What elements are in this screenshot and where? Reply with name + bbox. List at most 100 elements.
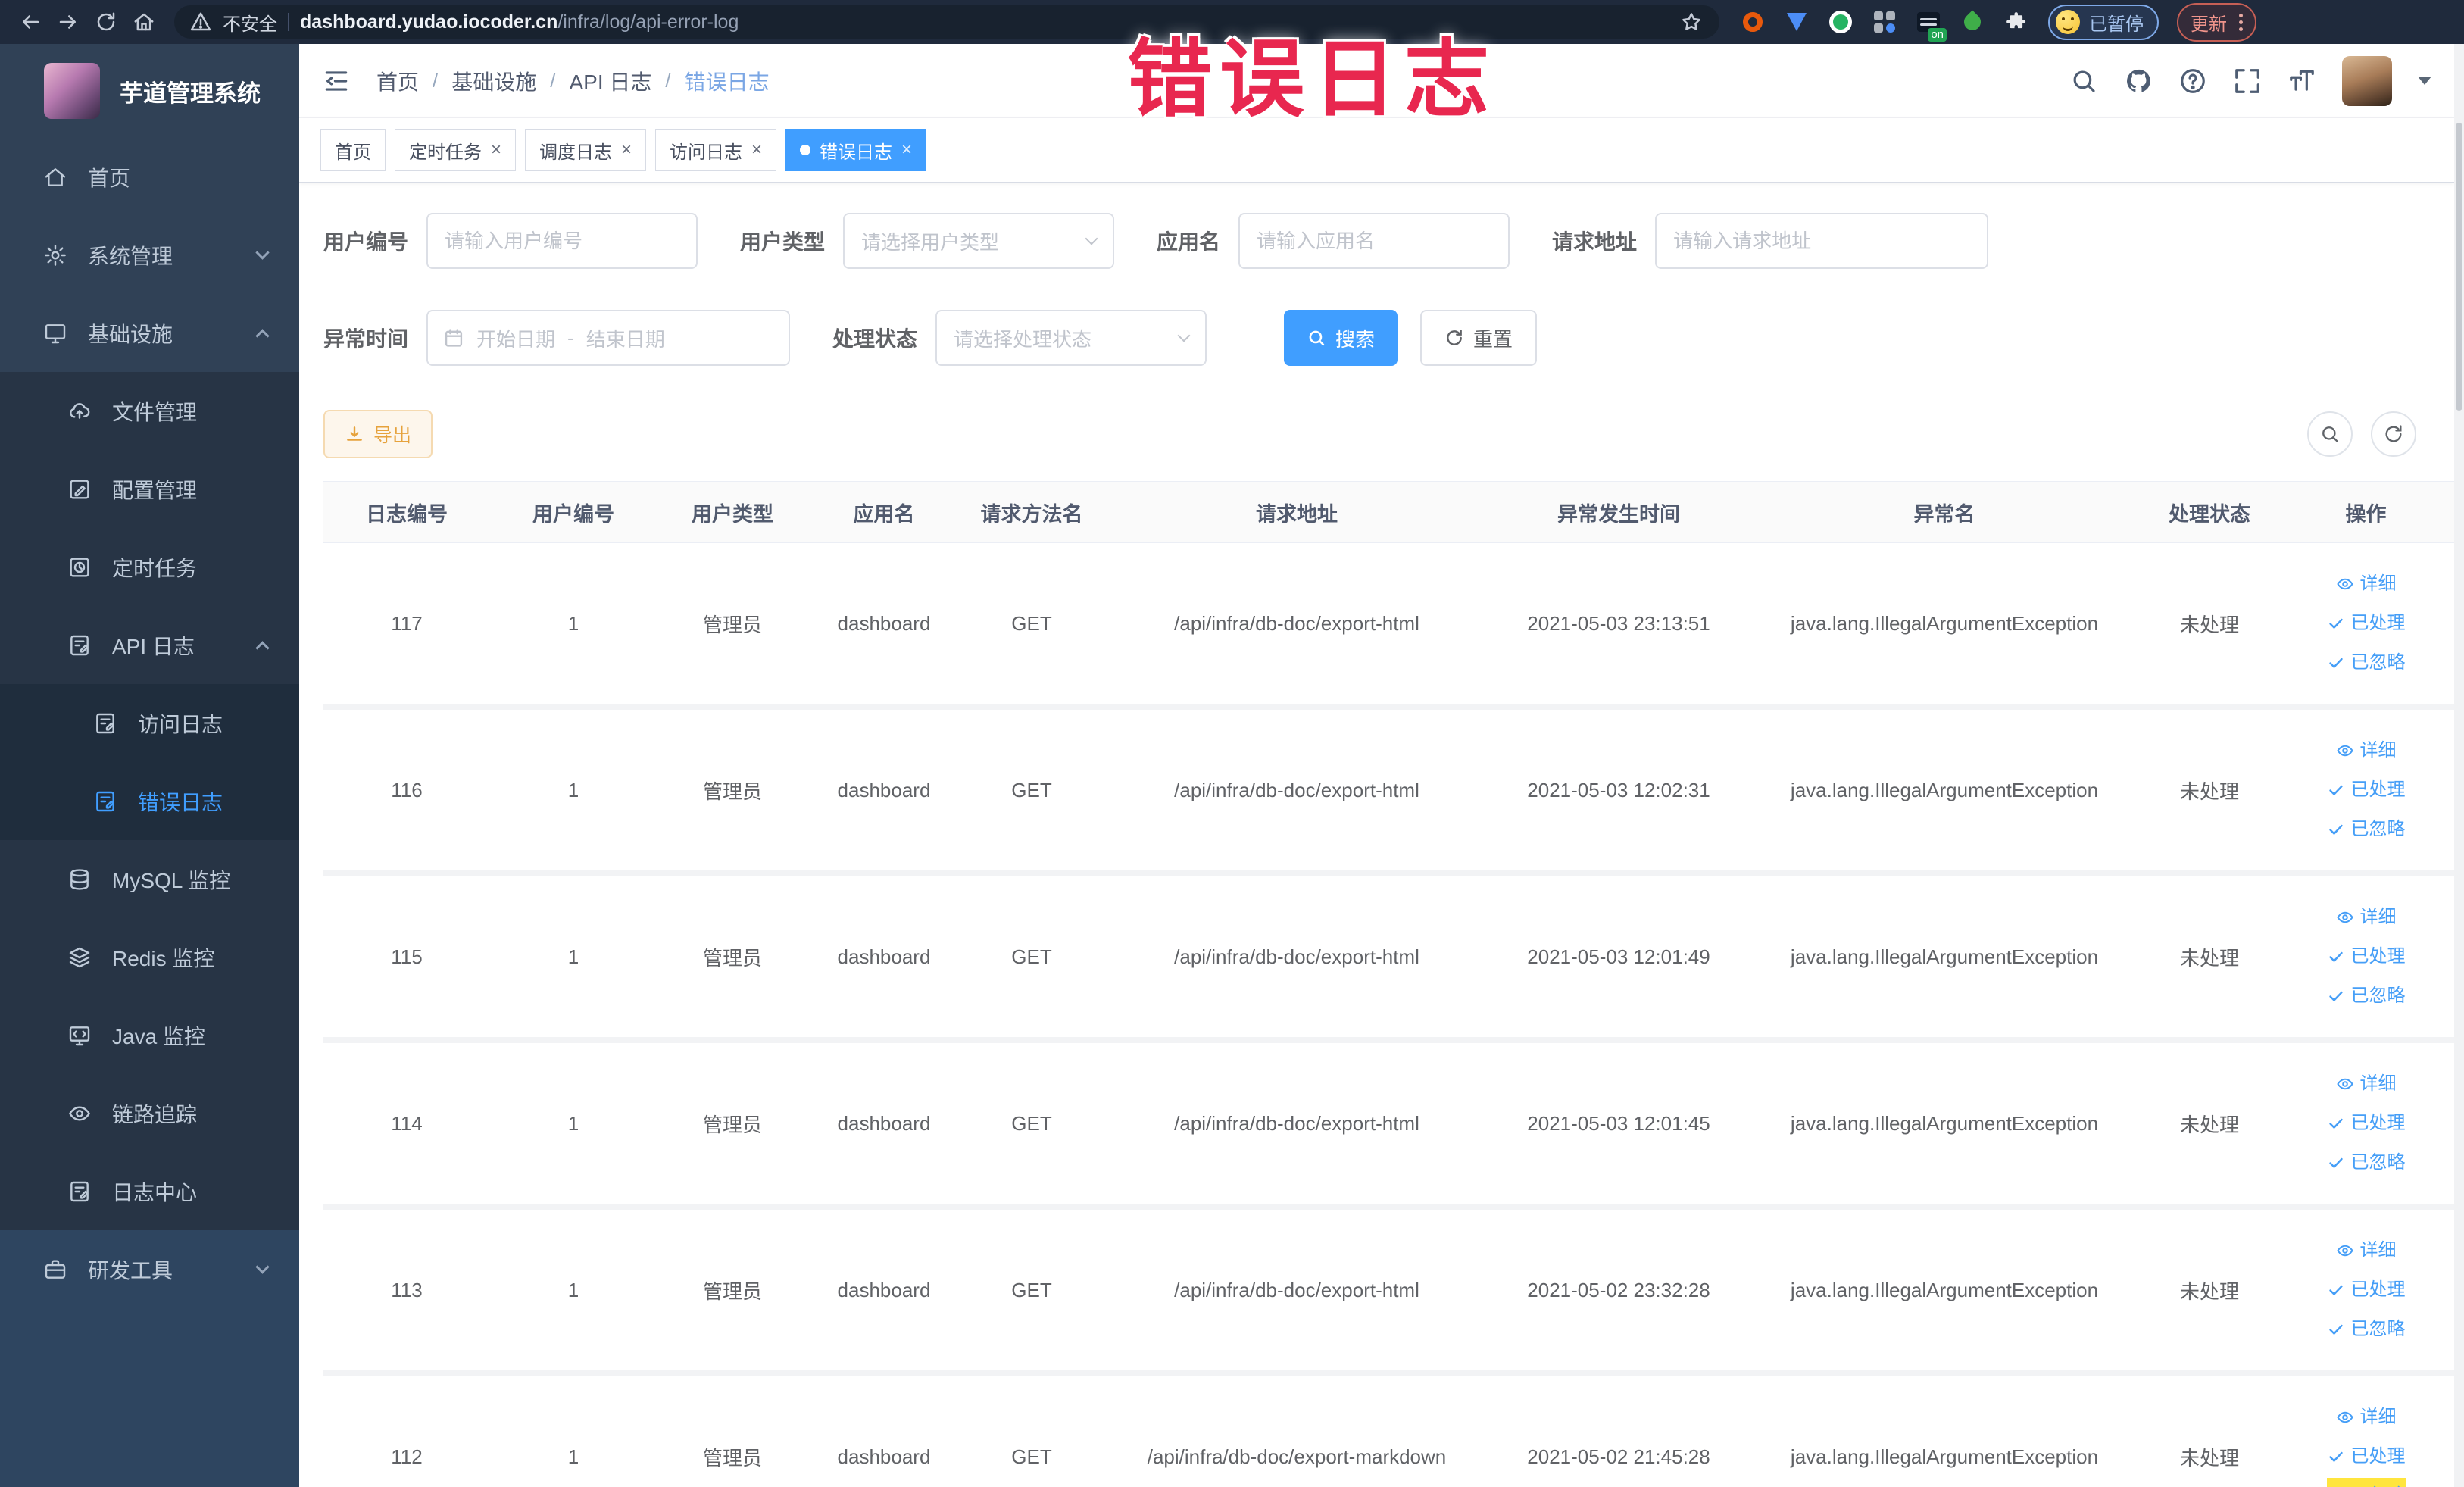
ignored-link[interactable]: 已忽略: [2326, 1478, 2406, 1487]
bookmark-star-icon[interactable]: [1679, 9, 1704, 35]
app-logo[interactable]: 芋道管理系统: [0, 44, 299, 138]
breadcrumb-link[interactable]: 首页: [376, 66, 419, 96]
extension-icon-grid[interactable]: [1871, 8, 1898, 36]
browser-home-icon[interactable]: [127, 5, 161, 39]
sidebar-item[interactable]: 基础设施: [0, 294, 299, 372]
forward-icon[interactable]: [52, 5, 85, 39]
sidebar-fold-icon[interactable]: [322, 67, 351, 95]
breadcrumb-separator: /: [550, 69, 556, 92]
scrollbar-thumb[interactable]: [2456, 123, 2462, 411]
avatar[interactable]: [2342, 55, 2392, 106]
processed-link[interactable]: 已处理: [2327, 1439, 2406, 1475]
sidebar-item[interactable]: 首页: [0, 138, 299, 216]
sidebar-item[interactable]: Java 监控: [0, 996, 299, 1074]
back-icon[interactable]: [14, 5, 47, 39]
eye-icon: [2336, 1411, 2353, 1423]
processed-link-label: 已处理: [2350, 1446, 2406, 1467]
breadcrumb-link[interactable]: 错误日志: [685, 66, 770, 96]
github-icon[interactable]: [2124, 67, 2153, 95]
user-type-select[interactable]: 请选择用户类型: [843, 213, 1115, 269]
search-icon[interactable]: [2069, 67, 2098, 95]
view-tab[interactable]: 错误日志 ×: [785, 129, 927, 171]
close-icon[interactable]: ×: [491, 141, 501, 159]
request-url-input[interactable]: [1655, 213, 1989, 269]
export-button[interactable]: 导出: [323, 410, 433, 458]
fullscreen-icon[interactable]: [2233, 67, 2262, 95]
cell-actions: 详细 已处理 已忽略: [2278, 542, 2454, 710]
user-id-input[interactable]: [426, 213, 698, 269]
sidebar-item[interactable]: 研发工具: [0, 1230, 299, 1308]
processed-link[interactable]: 已处理: [2327, 1272, 2406, 1308]
cell-user-id: 1: [490, 542, 657, 710]
refresh-table-button[interactable]: [2371, 411, 2416, 457]
file-manage-icon: [67, 398, 92, 424]
processed-link[interactable]: 已处理: [2327, 772, 2406, 808]
ignored-link[interactable]: 已忽略: [2327, 811, 2406, 848]
extensions-puzzle-icon[interactable]: [2003, 8, 2030, 36]
detail-link[interactable]: 详细: [2336, 1232, 2397, 1269]
app-name-input[interactable]: [1238, 213, 1510, 269]
processed-link[interactable]: 已处理: [2327, 1105, 2406, 1142]
sidebar-item[interactable]: API 日志: [0, 606, 299, 684]
close-icon[interactable]: ×: [901, 141, 912, 159]
breadcrumb-link[interactable]: API 日志: [570, 66, 652, 96]
reset-button[interactable]: 重置: [1420, 310, 1538, 366]
view-tab[interactable]: 访问日志 ×: [655, 129, 777, 171]
ignored-link[interactable]: 已忽略: [2327, 978, 2406, 1014]
cell-exception-name: java.lang.IllegalArgumentException: [1747, 1373, 2141, 1487]
extension-icon-green[interactable]: [1827, 8, 1854, 36]
address-bar[interactable]: 不安全 dashboard.yudao.iocoder.cn/infra/log…: [174, 5, 1719, 39]
detail-link[interactable]: 详细: [2336, 1399, 2397, 1435]
user-id-label: 用户编号: [323, 230, 409, 254]
extension-icon-shield[interactable]: [1783, 8, 1810, 36]
sidebar-item[interactable]: 日志中心: [0, 1152, 299, 1230]
detail-link[interactable]: 详细: [2336, 1066, 2397, 1102]
extension-icon-ring[interactable]: [1739, 8, 1766, 36]
detail-link[interactable]: 详细: [2336, 899, 2397, 936]
extension-icon-leaf[interactable]: [1959, 8, 1986, 36]
sidebar-item[interactable]: 错误日志: [0, 762, 299, 840]
sidebar-item[interactable]: 文件管理: [0, 372, 299, 450]
cell-user-type: 管理员: [657, 1207, 808, 1376]
search-button[interactable]: 搜索: [1284, 310, 1398, 366]
warning-icon[interactable]: [189, 11, 212, 33]
paused-badge[interactable]: 已暂停: [2048, 4, 2159, 40]
view-tab[interactable]: 首页: [320, 129, 386, 171]
font-size-icon[interactable]: [2288, 67, 2316, 95]
date-range-picker[interactable]: 开始日期 - 结束日期: [426, 310, 791, 366]
sidebar-item[interactable]: MySQL 监控: [0, 840, 299, 918]
sidebar-item[interactable]: 链路追踪: [0, 1074, 299, 1152]
sidebar-item[interactable]: 访问日志: [0, 684, 299, 762]
processed-link[interactable]: 已处理: [2327, 605, 2406, 642]
ignored-link[interactable]: 已忽略: [2327, 1311, 2406, 1348]
update-button[interactable]: 更新: [2177, 2, 2256, 42]
close-icon[interactable]: ×: [751, 141, 762, 159]
user-dropdown-icon[interactable]: [2418, 77, 2431, 85]
page-scrollbar[interactable]: [2454, 44, 2464, 1487]
sidebar-item[interactable]: 系统管理: [0, 216, 299, 294]
ignored-link[interactable]: 已忽略: [2327, 1145, 2406, 1181]
view-tab[interactable]: 定时任务 ×: [395, 129, 517, 171]
view-tab-label: 定时任务: [409, 142, 482, 163]
extension-icon-adblock[interactable]: on: [1915, 8, 1947, 42]
process-status-select[interactable]: 请选择处理状态: [935, 310, 1207, 366]
reload-icon[interactable]: [89, 5, 123, 39]
table-row: 116 1 管理员 dashboard GET /api/infra/db-do…: [323, 707, 2454, 876]
ignored-link[interactable]: 已忽略: [2327, 645, 2406, 681]
check-icon: [2328, 658, 2343, 668]
browser-menu-icon[interactable]: [2239, 13, 2243, 31]
processed-link[interactable]: 已处理: [2327, 939, 2406, 975]
sidebar-item[interactable]: Redis 监控: [0, 918, 299, 996]
end-date-placeholder: 结束日期: [586, 327, 665, 351]
breadcrumb-link[interactable]: 基础设施: [451, 66, 536, 96]
java-icon: [67, 1023, 92, 1048]
close-icon[interactable]: ×: [621, 141, 632, 159]
detail-link[interactable]: 详细: [2336, 733, 2397, 769]
sidebar-item[interactable]: 配置管理: [0, 450, 299, 528]
cell-method: GET: [960, 1040, 1104, 1210]
help-icon[interactable]: [2178, 67, 2207, 95]
sidebar-item[interactable]: 定时任务: [0, 528, 299, 606]
view-tab[interactable]: 调度日志 ×: [525, 129, 647, 171]
detail-link[interactable]: 详细: [2336, 566, 2397, 602]
toggle-search-button[interactable]: [2307, 411, 2353, 457]
